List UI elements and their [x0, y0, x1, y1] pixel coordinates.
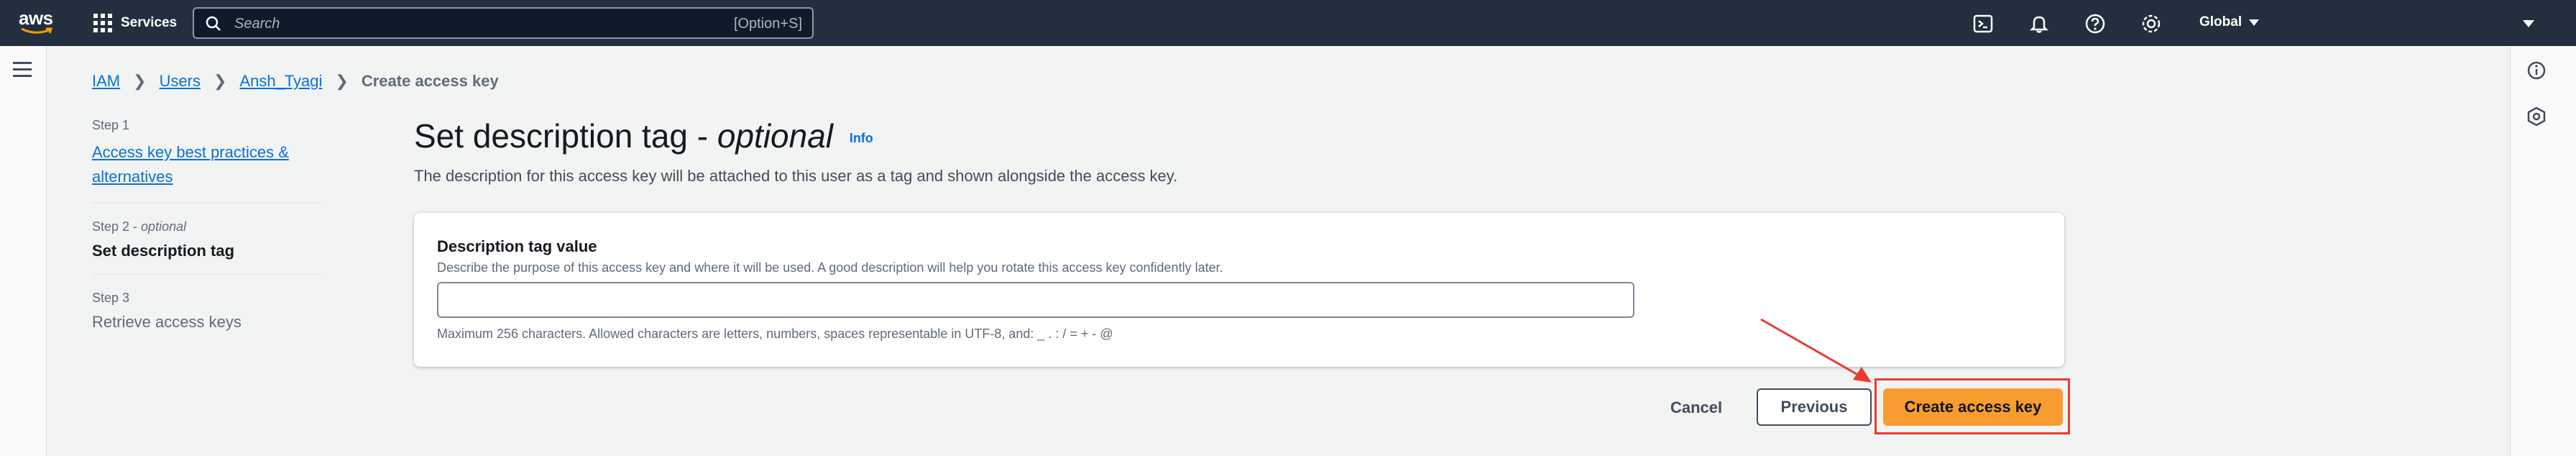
- breadcrumb-current: Create access key: [361, 72, 499, 90]
- field-constraint: Maximum 256 characters. Allowed characte…: [437, 327, 1113, 341]
- page-description: The description for this access key will…: [414, 167, 1178, 185]
- page-title-text: Set description tag -: [414, 117, 709, 155]
- search-placeholder: Search: [234, 16, 280, 32]
- grid-icon: [93, 14, 112, 32]
- step-number: Step 3: [92, 291, 130, 305]
- services-label: Services: [121, 15, 178, 30]
- step-2: Step 2 - optional Set description tag: [92, 219, 322, 275]
- search-shortcut: [Option+S]: [733, 16, 802, 32]
- info-panel-icon[interactable]: [2526, 60, 2547, 81]
- step-2-label: Set description tag: [92, 242, 235, 260]
- info-link[interactable]: Info: [850, 131, 873, 145]
- step-2-qualifier: optional: [141, 219, 187, 234]
- field-hint: Describe the purpose of this access key …: [437, 260, 1223, 275]
- breadcrumb: IAM ❯ Users ❯ Ansh_Tyagi ❯ Create access…: [92, 72, 499, 91]
- description-tag-input[interactable]: [437, 282, 1634, 318]
- field-label: Description tag value: [437, 237, 597, 255]
- page-title: Set description tag - optional Info: [414, 117, 873, 155]
- cloudshell-icon[interactable]: [1972, 13, 1994, 35]
- account-menu-caret-icon[interactable]: [2523, 20, 2534, 27]
- search-icon: [206, 16, 221, 31]
- annotation-arrow-icon: [1760, 318, 1872, 383]
- applications-icon[interactable]: [2526, 106, 2547, 127]
- step-number: Step 1: [92, 118, 130, 132]
- notifications-icon[interactable]: [2028, 13, 2050, 35]
- step-3-label: Retrieve access keys: [92, 313, 242, 331]
- right-rail: [2510, 46, 2576, 456]
- step-1: Step 1 Access key best practices & alter…: [92, 118, 322, 204]
- breadcrumb-users[interactable]: Users: [160, 72, 201, 91]
- services-menu-button[interactable]: Services: [93, 10, 177, 36]
- breadcrumb-iam[interactable]: IAM: [92, 72, 120, 91]
- smile-icon: [21, 27, 53, 34]
- logo-text: aws: [19, 7, 53, 29]
- step-number: Step 2 - optional: [92, 219, 187, 234]
- menu-icon[interactable]: [13, 62, 32, 81]
- breadcrumb-user[interactable]: Ansh_Tyagi: [239, 72, 322, 91]
- region-label: Global: [2199, 14, 2242, 29]
- chevron-right-icon: ❯: [213, 72, 227, 90]
- highlight-box: [1874, 378, 2070, 434]
- page-title-optional: optional: [717, 117, 834, 155]
- chevron-right-icon: ❯: [133, 72, 147, 90]
- previous-button[interactable]: Previous: [1757, 388, 1872, 426]
- left-rail: [0, 46, 47, 456]
- step-2-number: Step 2: [92, 219, 130, 234]
- help-icon[interactable]: [2084, 13, 2106, 35]
- aws-logo[interactable]: aws: [19, 7, 62, 39]
- caret-down-icon: [2249, 19, 2260, 26]
- step-3: Step 3 Retrieve access keys: [92, 291, 322, 345]
- region-selector[interactable]: Global: [2199, 14, 2260, 30]
- chevron-right-icon: ❯: [335, 72, 349, 90]
- top-navigation: aws Services Search [Option+S] Global: [0, 0, 2576, 46]
- wizard-steps: Step 1 Access key best practices & alter…: [92, 118, 322, 360]
- search-input[interactable]: Search [Option+S]: [193, 7, 814, 39]
- step-1-link[interactable]: Access key best practices & alternatives: [92, 140, 322, 189]
- cancel-button[interactable]: Cancel: [1665, 393, 1728, 423]
- settings-icon[interactable]: [2140, 13, 2162, 35]
